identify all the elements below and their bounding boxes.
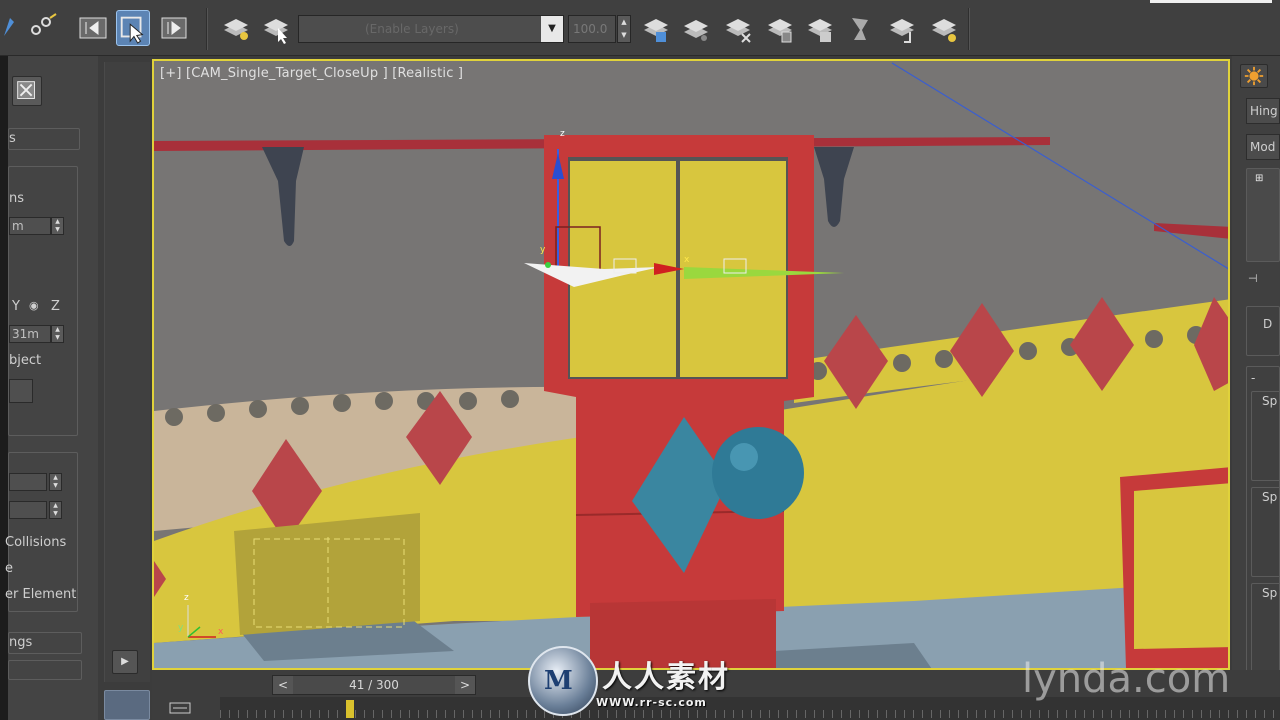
- rr-sc-watermark: M 人人素材 WWW.rr-sc.com: [528, 646, 768, 716]
- settings-label: ngs: [9, 635, 33, 650]
- current-frame-marker[interactable]: [346, 700, 354, 718]
- next-frame-button[interactable]: >: [455, 676, 475, 694]
- dynamics-spinner-2[interactable]: ▲ ▼: [49, 501, 62, 519]
- rollout-header[interactable]: s: [8, 128, 80, 150]
- utilities-icon[interactable]: [12, 76, 42, 106]
- time-slider[interactable]: < 41 / 300 >: [272, 675, 476, 695]
- select-and-link-icon[interactable]: [0, 10, 22, 46]
- frame-indicator[interactable]: 41 / 300: [293, 676, 455, 694]
- parameters-rollout: ns m ▲ ▼ Y ◉ Z 31m ▲ ▼ bject: [8, 166, 78, 436]
- tripod-x-label: x: [218, 627, 224, 637]
- sp-group-2: Sp: [1251, 487, 1280, 577]
- freeze-layer-icon[interactable]: [842, 10, 876, 46]
- element-label: er Element: [5, 587, 77, 602]
- hide-layer-icon[interactable]: [802, 10, 836, 46]
- watermark-title: 人人素材: [602, 660, 730, 695]
- right-command-panel: Hing Mod ⊞ ⊣ D - Sp Sp Sp: [1232, 56, 1280, 720]
- layer-manager-icon[interactable]: [218, 10, 252, 46]
- rollout-label: s: [9, 131, 16, 146]
- panel-gutter-inner: [104, 62, 150, 682]
- layer-dropdown-label: (Enable Layers): [365, 22, 459, 36]
- dynamics-rollout: ▲ ▼ ▲ ▼ Collisions e er Element: [5, 452, 78, 612]
- mini-curve-editor-toggle[interactable]: [104, 690, 150, 720]
- settings-rollout[interactable]: ngs: [8, 632, 82, 654]
- key-filter-icon[interactable]: [168, 700, 192, 716]
- sp-label-1: Sp: [1262, 394, 1278, 408]
- params-label: ns: [9, 191, 25, 206]
- viewport[interactable]: [+] [CAM_Single_Target_CloseUp ] [Realis…: [152, 59, 1230, 670]
- sp-label-3: Sp: [1262, 586, 1278, 600]
- play-icon[interactable]: ▶: [112, 650, 138, 674]
- add-selection-to-layer-icon[interactable]: [638, 10, 672, 46]
- isolate-layer-icon[interactable]: [884, 10, 918, 46]
- axis-z-label: Z: [51, 299, 60, 314]
- sp-label-2: Sp: [1262, 490, 1278, 504]
- watermark-url: WWW.rr-sc.com: [596, 696, 707, 709]
- dynamics-field-2[interactable]: [9, 501, 47, 519]
- dynamics-spinner-1[interactable]: ▲ ▼: [49, 473, 62, 491]
- scene-render: [154, 61, 1228, 668]
- main-toolbar: (Enable Layers) ▼ 100.0 ▲ ▼: [0, 0, 1280, 56]
- teal-sphere: [712, 427, 804, 519]
- sun-icon[interactable]: [1240, 64, 1268, 88]
- delete-layer-icon[interactable]: [720, 10, 754, 46]
- collisions-label: Collisions: [5, 535, 67, 550]
- dash-label: -: [1251, 371, 1256, 385]
- right-panel: [1134, 483, 1228, 649]
- select-objects-in-layer-icon[interactable]: [678, 10, 712, 46]
- prev-frame-button[interactable]: <: [273, 676, 293, 694]
- layer-properties-icon[interactable]: [926, 10, 960, 46]
- box-front: [234, 513, 420, 635]
- viewport-label[interactable]: [+] [CAM_Single_Target_CloseUp ] [Realis…: [160, 66, 463, 81]
- toolbar-separator: [968, 8, 970, 50]
- bind-to-space-warp-icon[interactable]: [76, 10, 110, 46]
- modifier-stack[interactable]: ⊞: [1246, 168, 1280, 262]
- hinge-button[interactable]: Hing: [1246, 98, 1280, 124]
- gizmo-x-label: x: [684, 255, 690, 265]
- rollout-d: D: [1246, 306, 1280, 356]
- gizmo-z-label: z: [560, 129, 565, 139]
- empty-rollout[interactable]: [8, 660, 82, 680]
- stack-expand-icon[interactable]: ⊞: [1255, 173, 1263, 184]
- select-object-icon[interactable]: [116, 10, 150, 46]
- toolbar-separator: [206, 8, 208, 50]
- object-label: bject: [9, 353, 42, 368]
- select-by-name-icon[interactable]: [158, 10, 192, 46]
- dynamics-field-1[interactable]: [9, 473, 47, 491]
- logo-mark: M: [544, 666, 573, 696]
- set-current-layer-icon[interactable]: [762, 10, 796, 46]
- layer-value-spinner[interactable]: ▲ ▼: [617, 15, 631, 43]
- axis-y-label: Y: [12, 299, 20, 314]
- radio-z-icon[interactable]: ◉: [29, 299, 39, 312]
- value-field[interactable]: 31m: [9, 325, 51, 343]
- lynda-watermark: lynda.com: [1022, 656, 1231, 702]
- rr-sc-logo: M: [528, 646, 598, 716]
- tripod-z-label: z: [184, 593, 189, 603]
- gizmo-y-label: y: [540, 245, 546, 255]
- parameters-rollout-right: - Sp Sp Sp: [1246, 366, 1280, 720]
- modifier-list-button[interactable]: Mod: [1246, 134, 1280, 160]
- tripod-y-label: y: [178, 623, 184, 633]
- title-bar-edge: [1150, 0, 1272, 3]
- d-label: D: [1263, 317, 1273, 331]
- pick-object-button[interactable]: [9, 379, 33, 403]
- layer-value-field[interactable]: 100.0: [568, 15, 616, 43]
- unlink-selection-icon[interactable]: [24, 10, 60, 46]
- panel-edge: [0, 56, 8, 720]
- value-spinner[interactable]: ▲ ▼: [51, 325, 64, 343]
- chevron-down-icon[interactable]: ▼: [541, 16, 563, 42]
- unit-spinner[interactable]: ▲ ▼: [51, 217, 64, 235]
- e-label: e: [5, 561, 13, 576]
- sp-group-1: Sp: [1251, 391, 1280, 481]
- create-new-layer-icon[interactable]: [258, 10, 292, 46]
- pin-stack-icon[interactable]: ⊣: [1248, 272, 1258, 285]
- unit-field[interactable]: m: [9, 217, 51, 235]
- layer-dropdown[interactable]: (Enable Layers) ▼: [298, 15, 564, 43]
